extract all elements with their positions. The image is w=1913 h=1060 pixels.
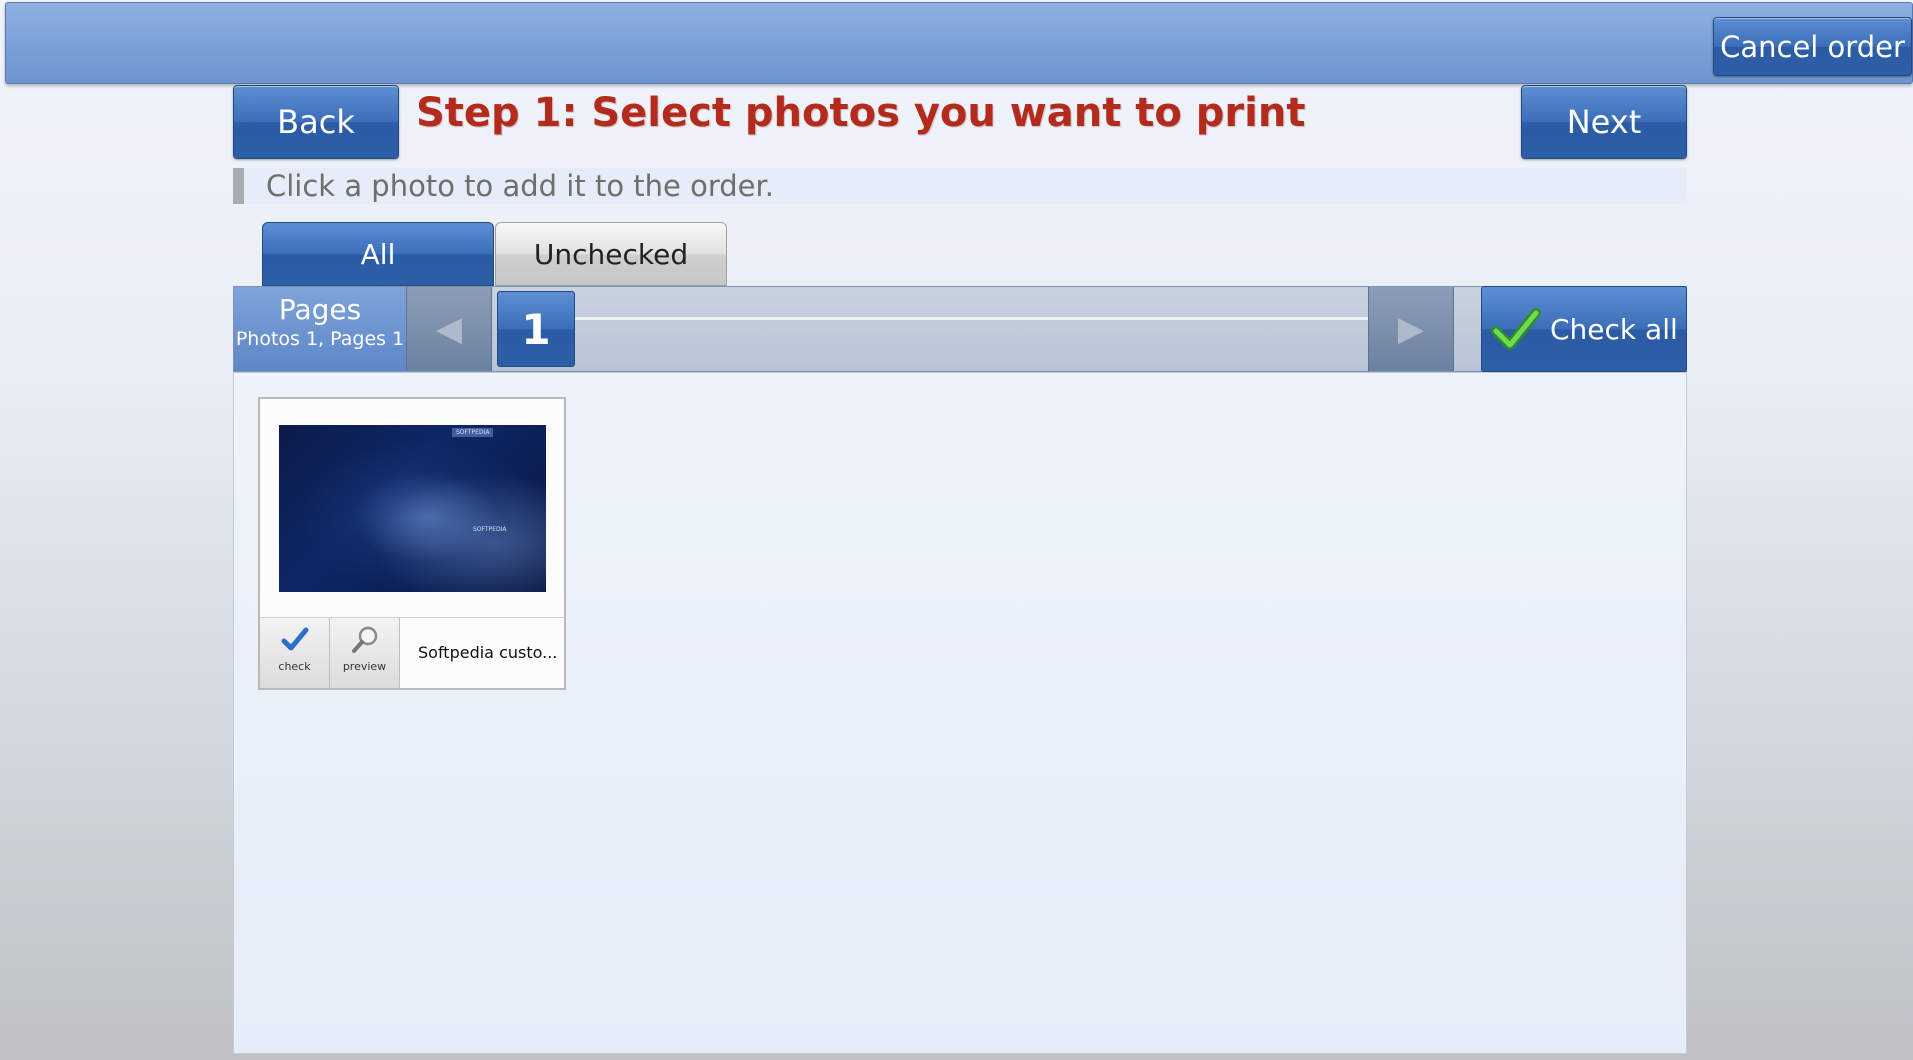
pages-summary: Photos 1, Pages 1 [235,328,405,350]
step-title: Step 1: Select photos you want to print [416,90,1306,136]
cancel-order-button[interactable]: Cancel order [1713,17,1912,76]
previous-page-button[interactable]: ◀ [406,287,492,371]
back-button[interactable]: Back [233,85,399,159]
photo-preview-button[interactable]: preview [330,618,400,688]
photo-thumbnail[interactable]: SOFTPEDIA SOFTPEDIA [279,425,546,592]
check-all-button[interactable]: Check all [1481,286,1687,372]
hint-bar: Click a photo to add it to the order. [233,168,1687,204]
right-arrow-icon: ▶ [1397,309,1425,349]
tab-all[interactable]: All [262,222,494,286]
pager-track [575,317,1368,320]
top-bar: Cancel order [5,2,1913,84]
photo-card[interactable]: SOFTPEDIA SOFTPEDIA check preview Softpe… [258,397,566,690]
thumb-text: SOFTPEDIA [452,428,494,437]
photo-name: Softpedia custo... [418,643,558,662]
green-check-icon [1491,308,1541,350]
magnifier-icon [351,626,377,653]
photo-check-button[interactable]: check [260,618,330,688]
left-arrow-icon: ◀ [435,309,463,349]
tab-unchecked[interactable]: Unchecked [495,222,727,286]
page-number-button[interactable]: 1 [497,291,575,367]
pages-info: Pages Photos 1, Pages 1 [234,287,406,371]
pager-bar: Pages Photos 1, Pages 1 ◀ 1 ▶ Check all [233,286,1687,372]
next-button[interactable]: Next [1521,85,1687,159]
photo-grid: SOFTPEDIA SOFTPEDIA check preview Softpe… [233,372,1687,1054]
pages-title: Pages [278,293,362,326]
preview-label: preview [342,660,387,673]
blue-check-icon [281,627,308,651]
thumb-text: SOFTPEDIA [473,526,507,533]
check-all-label: Check all [1550,312,1678,346]
next-page-button[interactable]: ▶ [1368,287,1454,371]
photo-card-actions: check preview Softpedia custo... [260,617,564,688]
check-label: check [278,660,311,673]
hint-text: Click a photo to add it to the order. [266,169,774,203]
